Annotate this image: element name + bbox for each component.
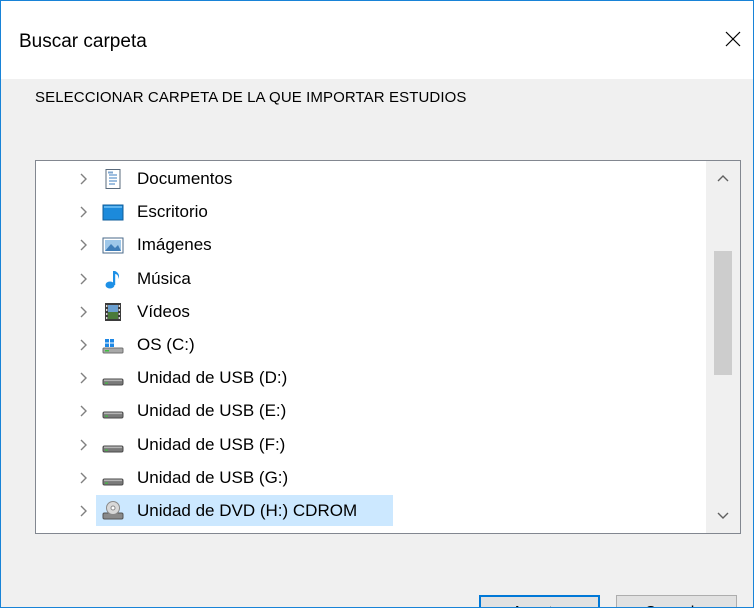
tree-item-label: Música xyxy=(137,268,191,288)
folder-tree-items: Documentos Escritorio Imágenes Música Vídeos… xyxy=(36,162,706,527)
videos-icon xyxy=(102,301,124,323)
dvd-drive-icon xyxy=(102,500,124,522)
window-title: Buscar carpeta xyxy=(19,31,147,52)
chevron-right-icon[interactable] xyxy=(76,238,90,252)
close-button[interactable] xyxy=(713,21,753,61)
usb-drive-icon xyxy=(102,434,124,456)
chevron-up-icon xyxy=(717,169,729,187)
chevron-right-icon[interactable] xyxy=(76,338,90,352)
scroll-up-button[interactable] xyxy=(706,161,740,195)
usb-drive-icon xyxy=(102,400,124,422)
vertical-scrollbar[interactable] xyxy=(706,161,740,533)
folder-browser-dialog: Buscar carpeta SELECCIONAR CARPETA DE LA… xyxy=(0,0,754,608)
chevron-down-icon xyxy=(717,507,729,525)
tree-item[interactable]: OS (C:) xyxy=(36,328,706,361)
chevron-right-icon[interactable] xyxy=(76,504,90,518)
tree-item[interactable]: Unidad de USB (F:) xyxy=(36,428,706,461)
pictures-icon xyxy=(102,234,124,256)
instruction-text: SELECCIONAR CARPETA DE LA QUE IMPORTAR E… xyxy=(35,89,467,106)
tree-item-label: Escritorio xyxy=(137,202,208,222)
tree-item[interactable]: Unidad de DVD (H:) CDROM xyxy=(36,494,706,527)
dialog-body: SELECCIONAR CARPETA DE LA QUE IMPORTAR E… xyxy=(1,79,753,607)
tree-item[interactable]: Escritorio xyxy=(36,195,706,228)
scroll-thumb[interactable] xyxy=(714,251,732,375)
tree-item-label: Unidad de USB (F:) xyxy=(137,434,286,454)
tree-item[interactable]: Unidad de USB (E:) xyxy=(36,394,706,427)
chevron-right-icon[interactable] xyxy=(76,404,90,418)
tree-item[interactable]: Unidad de USB (G:) xyxy=(36,461,706,494)
scroll-down-button[interactable] xyxy=(706,499,740,533)
folder-tree[interactable]: Documentos Escritorio Imágenes Música Vídeos… xyxy=(35,160,741,534)
tree-item-label: Vídeos xyxy=(137,301,190,321)
desktop-icon xyxy=(102,201,124,223)
chevron-right-icon[interactable] xyxy=(76,305,90,319)
chevron-right-icon[interactable] xyxy=(76,172,90,186)
usb-drive-icon xyxy=(102,367,124,389)
close-icon xyxy=(724,30,742,53)
music-icon xyxy=(102,268,124,290)
chevron-right-icon[interactable] xyxy=(76,438,90,452)
tree-item-label: Unidad de DVD (H:) CDROM xyxy=(137,500,358,520)
cancel-button[interactable]: Cancelar xyxy=(616,595,737,607)
tree-item[interactable]: Música xyxy=(36,262,706,295)
chevron-right-icon[interactable] xyxy=(76,471,90,485)
chevron-right-icon[interactable] xyxy=(76,272,90,286)
tree-item[interactable]: Documentos xyxy=(36,162,706,195)
tree-item-label: OS (C:) xyxy=(137,334,195,354)
chevron-right-icon[interactable] xyxy=(76,205,90,219)
chevron-right-icon[interactable] xyxy=(76,371,90,385)
accept-button[interactable]: Aceptar xyxy=(479,595,600,607)
tree-item-label: Unidad de USB (D:) xyxy=(137,368,288,388)
usb-drive-icon xyxy=(102,467,124,489)
tree-item-label: Unidad de USB (G:) xyxy=(137,467,289,487)
tree-item-label: Documentos xyxy=(137,169,233,188)
title-bar[interactable]: Buscar carpeta xyxy=(1,1,753,79)
tree-item-label: Imágenes xyxy=(137,235,212,255)
tree-item[interactable]: Vídeos xyxy=(36,295,706,328)
documents-icon xyxy=(102,168,124,190)
tree-item[interactable]: Imágenes xyxy=(36,228,706,261)
tree-item-label: Unidad de USB (E:) xyxy=(137,401,287,421)
system-drive-icon xyxy=(102,334,124,356)
tree-item[interactable]: Unidad de USB (D:) xyxy=(36,361,706,394)
